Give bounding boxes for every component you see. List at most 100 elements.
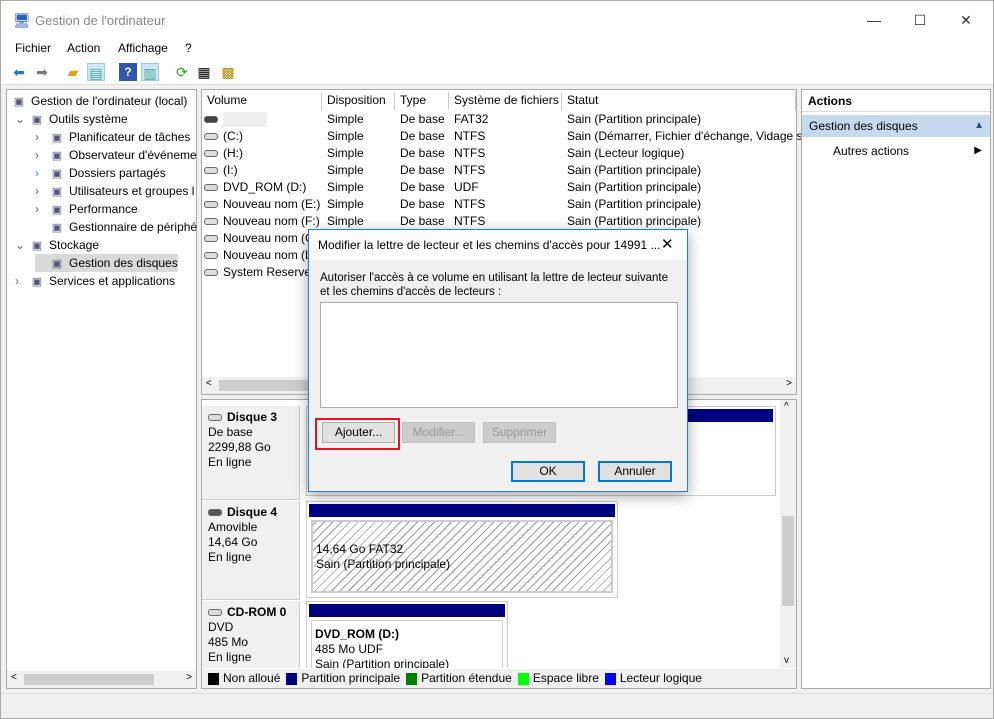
table-row[interactable]: DVD_ROM (D:) Simple De base UDF Sain (Partit…: [202, 179, 792, 196]
tree-item[interactable]: ⌄ ▣ Outils système: [15, 110, 128, 128]
collapse-icon[interactable]: ▲: [974, 115, 984, 137]
tree-item[interactable]: ▣ Gestion des disques: [35, 254, 178, 272]
tree-horizontal-scrollbar[interactable]: < >: [7, 671, 196, 688]
menu-help[interactable]: ?: [185, 41, 192, 55]
back-icon[interactable]: ⬅: [10, 63, 28, 81]
expand-arrow-icon[interactable]: ›: [35, 182, 49, 200]
menu-bar: Fichier Action Affichage ?: [1, 39, 993, 59]
tree-item[interactable]: › ▣ Services et applications: [15, 272, 175, 290]
cell: Sain (Lecteur logique): [567, 146, 685, 160]
help-icon[interactable]: ?: [119, 63, 137, 81]
cancel-button[interactable]: Annuler: [598, 461, 672, 482]
show-tree-icon[interactable]: ▤: [87, 63, 105, 81]
collapse-arrow-icon[interactable]: ⌄: [15, 110, 29, 128]
dialog-close-button[interactable]: ✕: [661, 235, 674, 253]
scroll-down-icon[interactable]: v: [784, 655, 789, 666]
tree-item[interactable]: ⌄ ▣ Stockage: [15, 236, 99, 254]
tree-item-label: Stockage: [49, 238, 100, 252]
actions-pane: Actions Gestion des disques ▲ Autres act…: [801, 89, 991, 689]
modify-button[interactable]: Modifier...: [402, 422, 475, 443]
cell: Simple: [327, 129, 364, 143]
table-row[interactable]: Nouveau nom (F:) Simple De base NTFS Sain (P…: [202, 213, 792, 230]
collapse-arrow-icon[interactable]: ⌄: [15, 236, 29, 254]
expand-arrow-icon[interactable]: ›: [35, 164, 49, 182]
services-icon: ▣: [31, 275, 43, 288]
remove-button[interactable]: Supprimer: [483, 422, 556, 443]
legend-label: Lecteur logique: [619, 671, 702, 685]
actions-section-disk-management[interactable]: Gestion des disques ▲: [802, 115, 990, 137]
maximize-button[interactable]: ☐: [897, 7, 943, 33]
scroll-right-icon[interactable]: >: [186, 672, 192, 683]
storage-icon: ▣: [31, 239, 43, 252]
forward-icon[interactable]: ➡: [33, 63, 51, 81]
column-header[interactable]: Type: [395, 92, 449, 110]
tree-item[interactable]: ▣ Gestionnaire de périphé: [35, 218, 197, 236]
expand-arrow-icon[interactable]: ›: [35, 146, 49, 164]
legend-swatch: [517, 672, 529, 685]
disk-type: De base: [208, 425, 253, 439]
action-other-actions[interactable]: Autres actions ▶: [802, 141, 990, 161]
disk-info-disque-4[interactable]: Disque 4 Amovible 14,64 Go En ligne: [202, 501, 300, 600]
tree-item[interactable]: › ▣ Utilisateurs et groupes l: [35, 182, 194, 200]
ok-button[interactable]: OK: [511, 461, 585, 482]
cell: De base: [400, 112, 445, 126]
tree-item[interactable]: › ▣ Performance: [35, 200, 138, 218]
action-label: Autres actions: [833, 144, 910, 158]
disk-state: En ligne: [208, 550, 252, 564]
scroll-thumb[interactable]: [219, 380, 309, 391]
menu-affichage[interactable]: Affichage: [118, 41, 168, 55]
close-button[interactable]: ✕: [943, 7, 989, 33]
up-folder-icon[interactable]: ▰: [64, 63, 82, 81]
expand-arrow-icon[interactable]: ›: [35, 200, 49, 218]
disk-info-cd-rom-0[interactable]: CD-ROM 0 DVD 485 Mo En ligne: [202, 601, 300, 668]
drive-paths-list[interactable]: [320, 302, 678, 408]
scroll-thumb[interactable]: [24, 674, 154, 685]
table-row[interactable]: (C:) Simple De base NTFS Sain (Démarrer, Fic…: [202, 128, 809, 145]
table-row[interactable]: (I:) Simple De base NTFS Sain (Partition pri…: [202, 162, 792, 179]
disk-map-vertical-scrollbar[interactable]: ^ v: [780, 400, 796, 668]
legend-swatch: [286, 672, 298, 685]
expand-arrow-icon[interactable]: ›: [35, 128, 49, 146]
scroll-thumb[interactable]: [782, 516, 794, 606]
volume-list-header: Volume Disposition Type Système de fichiers…: [202, 92, 796, 110]
minimize-button[interactable]: —: [851, 7, 897, 33]
tree-item-label: Services et applications: [49, 274, 176, 288]
submenu-arrow-icon: ▶: [974, 145, 982, 156]
cell: NTFS: [454, 163, 486, 177]
tree-item[interactable]: › ▣ Dossiers partagés: [35, 164, 166, 182]
disk-4-partition[interactable]: 14,64 Go FAT32 Sain (Partition principal…: [306, 501, 618, 598]
settings-icon[interactable]: ▩: [219, 63, 237, 81]
cdrom-partition[interactable]: DVD_ROM (D:) 485 Mo UDF Sain (Partition …: [306, 601, 508, 668]
navigation-tree: ▣ Gestion de l'ordinateur (local) ⌄ ▣ Outils…: [6, 89, 197, 689]
show-action-pane-icon[interactable]: ▥: [141, 63, 159, 81]
cdrom-icon: [204, 184, 218, 192]
tree-item[interactable]: › ▣ Observateur d'événeme: [35, 146, 197, 164]
cell: De base: [400, 180, 445, 194]
menu-action[interactable]: Action: [67, 41, 100, 55]
properties-icon[interactable]: ▦: [195, 63, 213, 81]
table-row[interactable]: Nouveau nom (E:) Simple De base NTFS Sain (P…: [202, 196, 792, 213]
column-header[interactable]: Système de fichiers: [449, 92, 562, 110]
column-header[interactable]: Statut: [562, 92, 796, 110]
tree-item-label: Dossiers partagés: [69, 166, 166, 180]
expand-arrow-icon[interactable]: ›: [15, 272, 29, 290]
scroll-left-icon[interactable]: <: [11, 672, 17, 683]
column-header[interactable]: Volume: [202, 92, 322, 110]
disk-name: Disque 3: [227, 410, 278, 424]
scroll-right-icon[interactable]: >: [786, 378, 792, 389]
table-row[interactable]: (H:) Simple De base NTFS Sain (Lecteur logiq…: [202, 145, 792, 162]
disk-icon: ▣: [51, 257, 63, 270]
scroll-left-icon[interactable]: <: [206, 378, 212, 389]
disk-info-disque-3[interactable]: Disque 3 De base 2299,88 Go En ligne: [202, 406, 300, 500]
tree-item-label: Gestionnaire de périphé: [69, 220, 198, 234]
scroll-up-icon[interactable]: ^: [784, 401, 789, 412]
title-bar: 🖥 Gestion de l'ordinateur — ☐ ✕: [1, 1, 993, 39]
tree-item[interactable]: › ▣ Planificateur de tâches: [35, 128, 190, 146]
partition-title: DVD_ROM (D:): [315, 627, 399, 641]
menu-fichier[interactable]: Fichier: [15, 41, 51, 55]
tree-item[interactable]: ▣ Gestion de l'ordinateur (local): [11, 92, 188, 110]
table-row[interactable]: Simple De base FAT32 Sain (Partition princi…: [202, 111, 792, 128]
column-header[interactable]: Disposition: [322, 92, 395, 110]
refresh-icon[interactable]: ⟳: [173, 63, 191, 81]
add-button[interactable]: Ajouter...: [322, 422, 395, 443]
